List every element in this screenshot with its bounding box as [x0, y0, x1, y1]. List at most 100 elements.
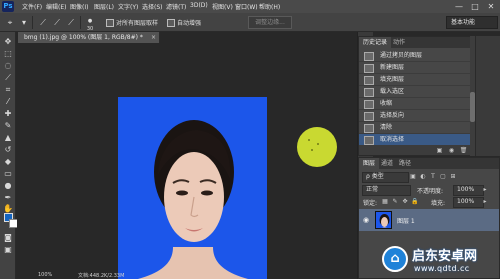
filter-shape-icon[interactable]: ▢ [439, 173, 447, 181]
canvas-image[interactable] [118, 97, 267, 279]
maximize-button[interactable]: □ [468, 1, 482, 12]
watermark-url: www.qdtd.cc [414, 264, 470, 273]
lock-transparency-icon[interactable]: ▦ [381, 198, 389, 206]
layer-name[interactable]: 图层 1 [397, 216, 415, 225]
eraser-icon[interactable]: ◆ [2, 156, 14, 167]
layer-thumbnail [375, 211, 392, 229]
menu-3d[interactable]: 3D(D) [190, 2, 208, 9]
fill-chevron-icon[interactable]: ▸ [481, 198, 489, 206]
history-brush-icon[interactable]: ↺ [2, 144, 14, 155]
quick-select-tool-icon[interactable]: ⌖ [4, 17, 16, 28]
history-item[interactable]: 载入选区 [359, 86, 473, 98]
history-item-label: 清除 [380, 124, 393, 131]
menu-filter[interactable]: 滤镜(T) [166, 2, 186, 11]
document-tab[interactable]: bmg (1).jpg @ 100% (图层 1, RGB/8#) * × [18, 32, 160, 43]
menu-bar: Ps 文件(F) 编辑(E) 图像(I) 图层(L) 文字(Y) 选择(S) 滤… [0, 0, 500, 13]
subtract-selection-icon[interactable]: ⟋ [65, 17, 77, 28]
menu-view[interactable]: 视图(V) [212, 2, 233, 11]
tab-actions[interactable]: 动作 [389, 37, 409, 48]
tool-preset-chevron-icon[interactable]: ▾ [18, 17, 30, 28]
eyedropper-icon[interactable]: ⁄ [2, 96, 14, 107]
brush-size-picker[interactable]: ● 30 [84, 17, 96, 32]
menu-edit[interactable]: 编辑(E) [46, 2, 66, 11]
layer-item[interactable]: ◉ 图层 1 [359, 209, 499, 231]
stamp-icon[interactable]: ▲ [2, 132, 14, 143]
history-item[interactable]: 新建图层 [359, 62, 473, 74]
tab-history[interactable]: 历史记录 [359, 37, 392, 48]
history-item-label: 载入选区 [380, 88, 405, 95]
blend-mode-select[interactable]: 正常 [362, 185, 411, 196]
tab-layers[interactable]: 图层 [359, 158, 380, 169]
history-item[interactable]: 收缩 [359, 98, 473, 110]
lock-position-icon[interactable]: ✥ [401, 198, 409, 206]
quick-mask-icon[interactable]: ◙ [2, 232, 14, 243]
opacity-label: 不透明度: [417, 188, 444, 195]
tab-paths[interactable]: 路径 [395, 158, 415, 169]
filter-type-icon[interactable]: T [429, 173, 437, 181]
layer-thumbnail-image [379, 214, 390, 228]
healing-icon[interactable]: ✚ [2, 108, 14, 119]
menu-help[interactable]: 帮助(H) [259, 2, 280, 11]
layers-panel-tabs: 图层 通道 路径 [359, 158, 499, 169]
trash-icon[interactable]: 🗑 [459, 146, 468, 155]
lock-pixels-icon[interactable]: ✎ [391, 198, 399, 206]
sample-all-layers-checkbox[interactable] [106, 19, 114, 27]
history-item[interactable]: 通过拷贝的图层 [359, 50, 473, 62]
lock-label: 锁定: [363, 200, 378, 207]
portrait-photo [138, 120, 248, 279]
pen-icon[interactable]: ✒ [2, 192, 14, 203]
marquee-icon[interactable]: ⬚ [2, 48, 14, 59]
add-to-selection-icon[interactable]: ⟋ [51, 17, 63, 28]
menu-select[interactable]: 选择(S) [142, 2, 163, 11]
sample-all-layers-label: 对所有图层取样 [116, 20, 159, 27]
new-selection-icon[interactable]: ⟋ [37, 17, 49, 28]
panel-right-edge [475, 36, 500, 156]
refine-edge-button[interactable]: 调整边缘... [248, 16, 292, 29]
auto-enhance-checkbox[interactable] [167, 19, 175, 27]
move-icon[interactable]: ✥ [2, 36, 14, 47]
workspace-select[interactable]: 基本功能 [446, 16, 498, 29]
filter-pixel-icon[interactable]: ▣ [409, 173, 417, 181]
opacity-input[interactable]: 100% [453, 185, 484, 196]
tools-panel: ✥ ⬚ ◌ ⟋ ⌗ ⁄ ✚ ✎ ▲ ↺ ◆ ▭ ● ✒ ✋ ◙ ▣ [0, 32, 18, 279]
fill-input[interactable]: 100% [453, 197, 484, 208]
tab-channels[interactable]: 通道 [377, 158, 397, 169]
minimize-button[interactable]: — [452, 1, 466, 12]
menu-type[interactable]: 文字(Y) [118, 2, 138, 11]
close-window-button[interactable]: ✕ [484, 1, 498, 12]
history-state-icon [364, 76, 374, 85]
gradient-icon[interactable]: ▭ [2, 168, 14, 179]
screen-mode-icon[interactable]: ▣ [2, 244, 14, 255]
history-item-label: 取消选择 [380, 136, 405, 143]
history-item-label: 填充图层 [380, 76, 405, 83]
history-state-icon [364, 52, 374, 61]
history-item-label: 收缩 [380, 100, 393, 107]
crop-icon[interactable]: ⌗ [2, 84, 14, 95]
brush-icon[interactable]: ✎ [2, 120, 14, 131]
close-document-icon[interactable]: × [151, 32, 156, 43]
history-item[interactable]: 选择反向 [359, 110, 473, 122]
photoshop-logo: Ps [2, 1, 14, 12]
history-state-icon [364, 88, 374, 97]
lasso-icon[interactable]: ◌ [2, 60, 14, 71]
menu-file[interactable]: 文件(F) [22, 2, 42, 11]
new-document-from-state-icon[interactable]: ▣ [435, 146, 444, 155]
snapshot-icon[interactable]: ◉ [447, 146, 456, 155]
layer-kind-filter[interactable]: ρ 类型 [362, 172, 409, 183]
menu-window[interactable]: 窗口(W) [235, 2, 258, 11]
menu-image[interactable]: 图像(I) [70, 2, 88, 11]
history-item[interactable]: 填充图层 [359, 74, 473, 86]
quick-select-icon[interactable]: ⟋ [2, 72, 14, 83]
blur-icon[interactable]: ● [2, 180, 14, 191]
status-zoom[interactable]: 100% [38, 272, 52, 278]
history-state-icon [364, 100, 374, 109]
fill-label: 填充: [431, 200, 446, 207]
history-item[interactable]: 清除 [359, 122, 473, 134]
menu-layer[interactable]: 图层(L) [94, 2, 114, 11]
visibility-eye-icon[interactable]: ◉ [363, 216, 371, 224]
filter-smart-object-icon[interactable]: ⊞ [449, 173, 457, 181]
opacity-chevron-icon[interactable]: ▸ [481, 186, 489, 194]
history-item-active[interactable]: 取消选择 [359, 134, 473, 146]
filter-adjustment-icon[interactable]: ◐ [419, 173, 427, 181]
lock-all-icon[interactable]: 🔒 [411, 198, 419, 206]
